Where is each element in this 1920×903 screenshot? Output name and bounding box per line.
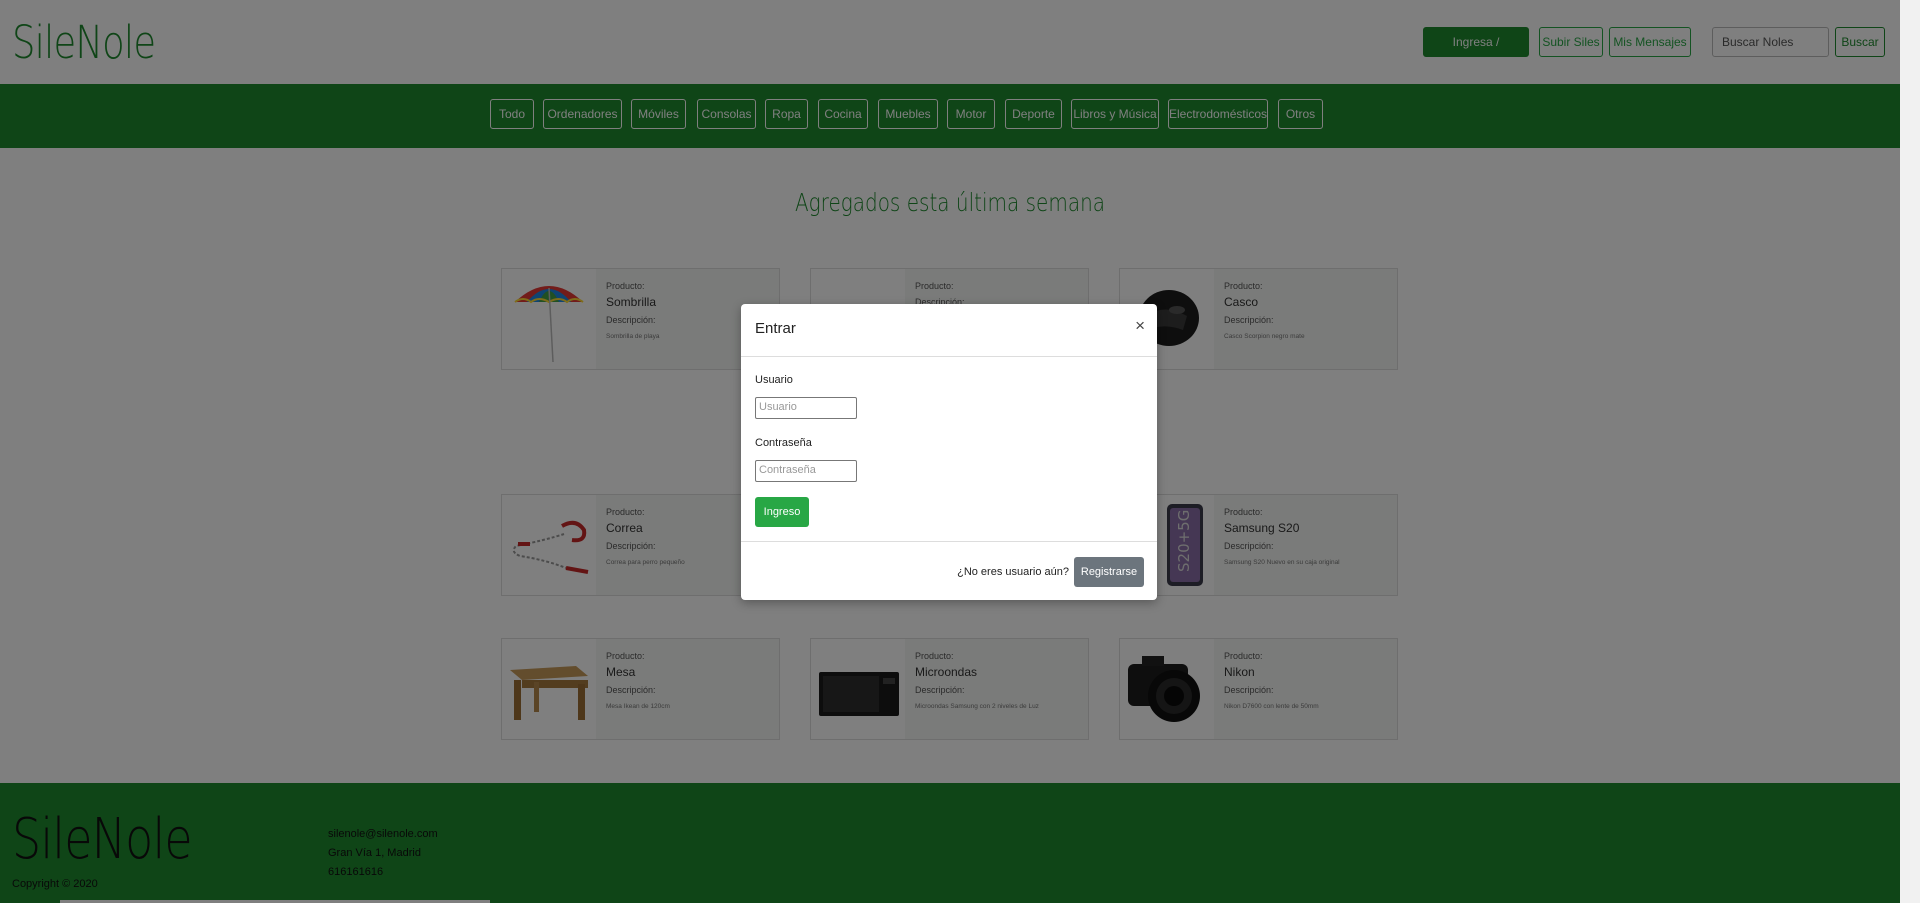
register-button[interactable]: Registrarse [1074, 557, 1144, 587]
modal-footer: ¿No eres usuario aún? Registrarse [741, 541, 1157, 601]
password-input[interactable]: Contraseña [755, 460, 857, 482]
password-label: Contraseña [755, 437, 812, 449]
modal-header: Entrar × [741, 304, 1157, 357]
login-modal: Entrar × Usuario Usuario Contraseña Cont… [741, 304, 1157, 600]
username-input[interactable]: Usuario [755, 397, 857, 419]
close-icon[interactable]: × [1135, 316, 1145, 336]
user-label: Usuario [755, 374, 793, 386]
modal-title: Entrar [755, 320, 796, 337]
vertical-scrollbar[interactable] [1900, 0, 1920, 903]
login-submit-button[interactable]: Ingreso [755, 497, 809, 527]
register-question: ¿No eres usuario aún? [957, 566, 1069, 578]
